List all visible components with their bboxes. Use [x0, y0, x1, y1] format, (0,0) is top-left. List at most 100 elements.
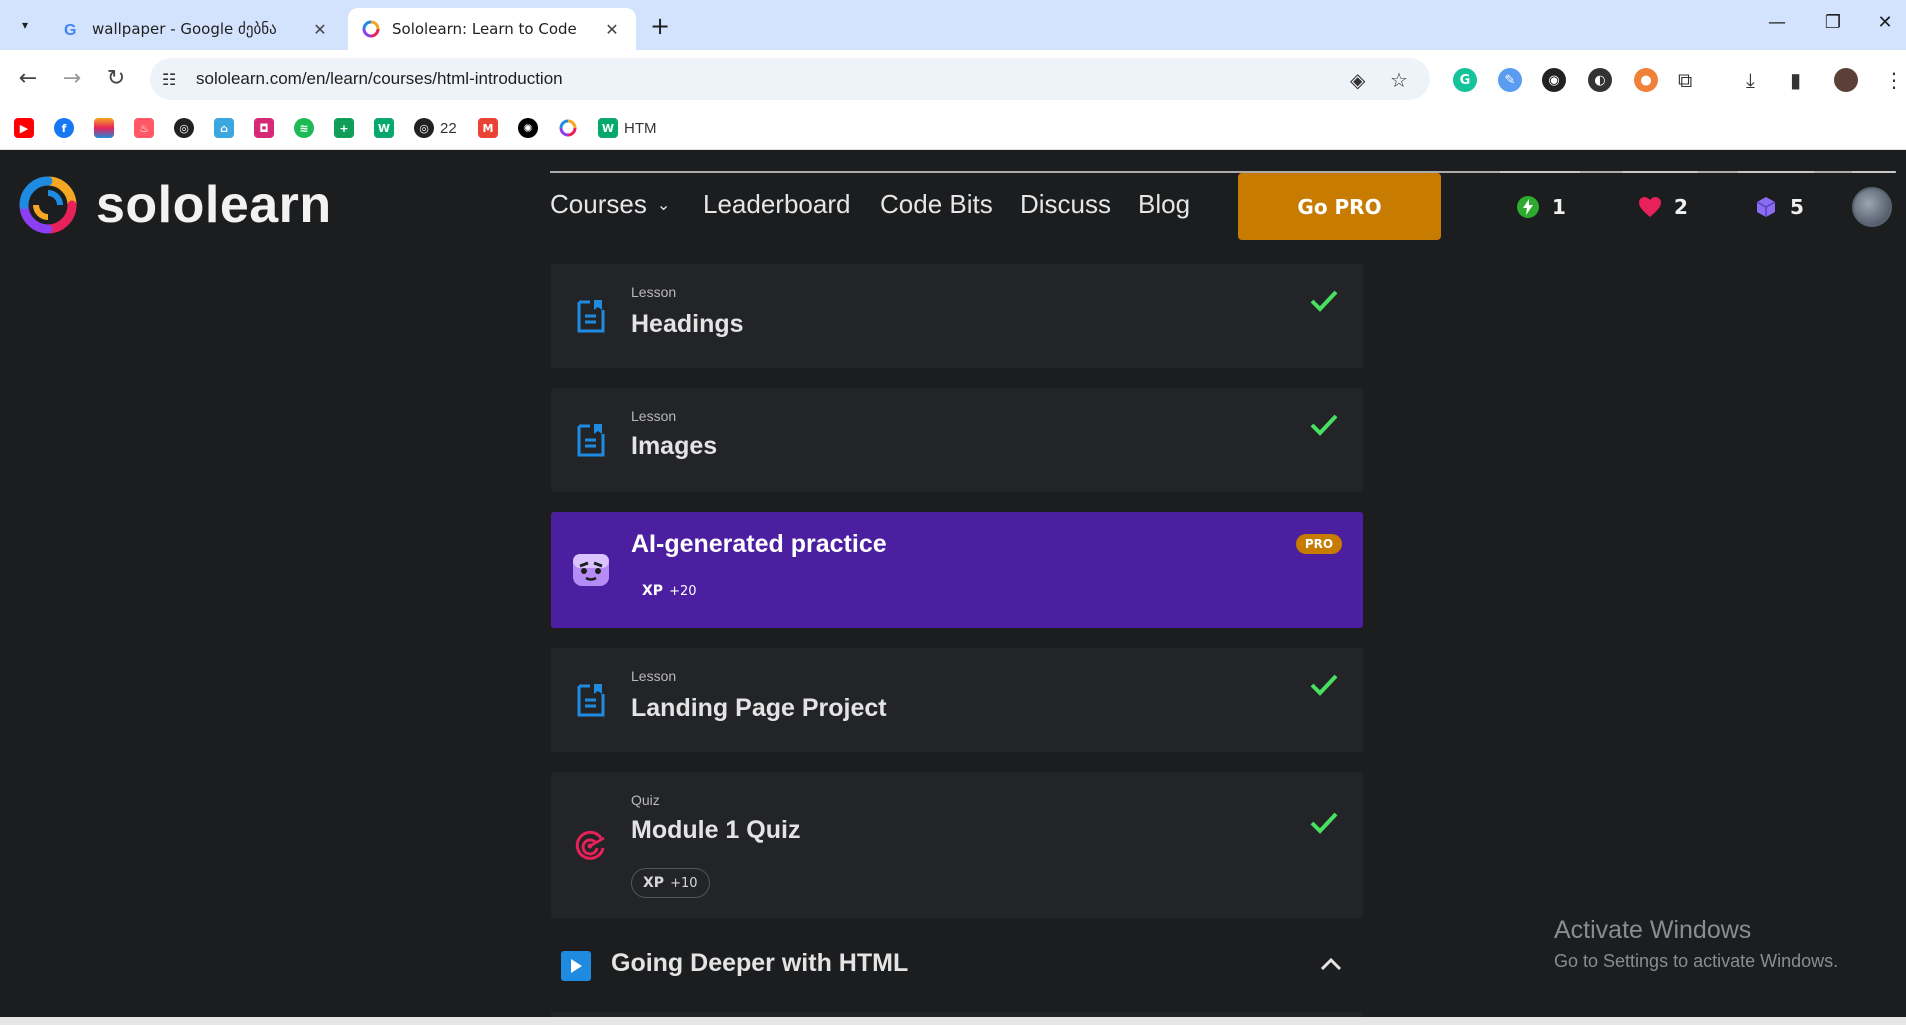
go-pro-button[interactable]: Go PRO	[1238, 173, 1441, 240]
extensions-puzzle-icon[interactable]: ⧉	[1678, 68, 1692, 92]
lesson-title: Images	[631, 432, 718, 460]
checkmark-icon	[1310, 812, 1338, 834]
browser-tabstrip: ▾ G wallpaper - Google ძებნა ✕ Sololearn…	[0, 0, 1906, 50]
github-icon[interactable]: ◎	[414, 118, 434, 138]
nav-courses-label: Courses	[550, 189, 647, 219]
spotify-icon[interactable]: ≋	[294, 118, 314, 138]
xp-reward: XP +20	[631, 576, 708, 606]
checkmark-icon	[1310, 290, 1338, 312]
back-arrow-icon[interactable]: ←	[14, 66, 42, 91]
w3schools-icon[interactable]: W	[598, 118, 618, 138]
facebook-icon[interactable]: f	[54, 118, 74, 138]
ai-practice-card[interactable]: AI-generated practice PRO XP +20	[551, 512, 1363, 628]
sheets-icon[interactable]: +	[334, 118, 354, 138]
heart-icon	[1638, 195, 1662, 219]
tab-search-chevron-icon[interactable]: ▾	[12, 12, 38, 38]
address-bar[interactable]: sololearn.com/en/learn/courses/html-intr…	[150, 58, 1430, 100]
bookmark-label[interactable]: 22	[440, 120, 457, 137]
ai-robot-face-icon	[573, 554, 609, 586]
gems-counter[interactable]: 5	[1754, 195, 1804, 219]
xp-value: +20	[669, 583, 697, 599]
close-window-icon[interactable]: ✕	[1870, 12, 1900, 33]
openai-icon[interactable]: ✺	[518, 118, 538, 138]
tab-google-search[interactable]: G wallpaper - Google ძებნა ✕	[48, 8, 344, 50]
gem-cube-icon	[1754, 195, 1778, 219]
bookmark-star-icon[interactable]: ☆	[1390, 68, 1408, 92]
sololearn-icon[interactable]	[558, 118, 578, 138]
house-icon[interactable]: ⌂	[214, 118, 234, 138]
xp-value: +10	[670, 875, 698, 891]
nav-code-bits-label: Code Bits	[880, 189, 993, 219]
quiz-card-module-1[interactable]: Quiz Module 1 Quiz XP +10	[551, 772, 1363, 918]
sololearn-logo-icon	[19, 176, 77, 234]
nav-blog[interactable]: Blog	[1138, 189, 1190, 220]
translate-icon[interactable]: ◈	[1350, 68, 1365, 92]
lesson-card-landing-page-project[interactable]: Lesson Landing Page Project	[551, 648, 1363, 752]
stat-divider	[1738, 171, 1814, 173]
restore-icon[interactable]: ❐	[1818, 12, 1848, 33]
close-tab-icon[interactable]: ✕	[602, 20, 622, 39]
close-tab-icon[interactable]: ✕	[310, 20, 330, 39]
tab-sololearn[interactable]: Sololearn: Learn to Code ✕	[348, 8, 636, 50]
gmail-icon[interactable]: M	[478, 118, 498, 138]
youtube-icon[interactable]: ▶	[14, 118, 34, 138]
shield-extension-icon[interactable]: ◐	[1588, 68, 1612, 92]
tinder-icon[interactable]: ♨	[134, 118, 154, 138]
stat-divider	[1852, 171, 1896, 173]
lesson-type-label: Lesson	[631, 668, 677, 684]
bookmark-label[interactable]: HTM	[624, 120, 657, 137]
xp-label: XP	[643, 875, 665, 891]
lesson-document-icon	[577, 684, 605, 717]
incognito-extension-icon[interactable]: ◉	[1542, 68, 1566, 92]
module-section-header[interactable]: Going Deeper with HTML	[551, 935, 1363, 995]
practice-title: AI-generated practice	[631, 530, 887, 558]
watermark-title: Activate Windows	[1554, 916, 1752, 944]
lightning-bolt-icon	[1516, 195, 1540, 219]
lesson-type-label: Lesson	[631, 408, 677, 424]
section-title: Going Deeper with HTML	[611, 949, 909, 977]
grammarly-extension-icon[interactable]: G	[1453, 68, 1477, 92]
watermark-subtitle: Go to Settings to activate Windows.	[1554, 951, 1839, 971]
site-info-icon[interactable]: ☷	[162, 70, 176, 89]
nav-code-bits[interactable]: Code Bits	[880, 189, 993, 220]
minimize-icon[interactable]: —	[1762, 12, 1792, 33]
instagram-icon[interactable]: ◘	[254, 118, 274, 138]
nav-leaderboard[interactable]: Leaderboard	[703, 189, 850, 220]
site-header: sololearn Courses ⌄ Leaderboard Code Bit…	[0, 151, 1906, 259]
play-icon	[561, 951, 591, 981]
reload-icon[interactable]: ↻	[102, 66, 130, 91]
new-tab-icon[interactable]: +	[650, 12, 670, 40]
menu-kebab-icon[interactable]: ⋮	[1884, 68, 1904, 92]
checkmark-icon	[1310, 674, 1338, 696]
sololearn-logo[interactable]: sololearn	[18, 175, 332, 235]
user-avatar[interactable]	[1852, 187, 1892, 227]
quiz-title: Module 1 Quiz	[631, 816, 801, 844]
nav-blog-label: Blog	[1138, 189, 1191, 219]
nav-discuss[interactable]: Discuss	[1020, 189, 1111, 220]
lesson-document-icon	[577, 300, 605, 333]
rainbow-icon[interactable]	[94, 118, 114, 138]
sololearn-favicon-icon	[362, 20, 380, 38]
github-icon[interactable]: ◎	[174, 118, 194, 138]
sidepanel-icon[interactable]: ▮	[1790, 68, 1801, 92]
download-icon[interactable]: ⤓	[1746, 68, 1755, 92]
lesson-card-headings[interactable]: Lesson Headings	[551, 264, 1363, 368]
xp-label: XP	[642, 583, 664, 599]
checkmark-icon	[1310, 414, 1338, 436]
hearts-counter[interactable]: 2	[1638, 195, 1688, 219]
xp-reward: XP +10	[631, 868, 710, 898]
streak-counter[interactable]: 1	[1516, 195, 1566, 219]
lesson-title: Landing Page Project	[631, 694, 887, 722]
w3schools-icon[interactable]: W	[374, 118, 394, 138]
url-text: sololearn.com/en/learn/courses/html-intr…	[196, 69, 563, 88]
chevron-up-icon[interactable]	[1317, 951, 1345, 979]
quiz-type-label: Quiz	[631, 792, 660, 808]
forward-arrow-icon[interactable]: →	[58, 66, 86, 91]
metamask-extension-icon[interactable]: ●	[1634, 68, 1658, 92]
svg-text:G: G	[64, 22, 76, 38]
lesson-card-images[interactable]: Lesson Images	[551, 388, 1363, 492]
profile-avatar-icon[interactable]	[1834, 68, 1858, 92]
nav-courses[interactable]: Courses ⌄	[550, 189, 670, 220]
chevron-down-icon: ⌄	[656, 196, 671, 214]
feather-extension-icon[interactable]: ✎	[1498, 68, 1522, 92]
